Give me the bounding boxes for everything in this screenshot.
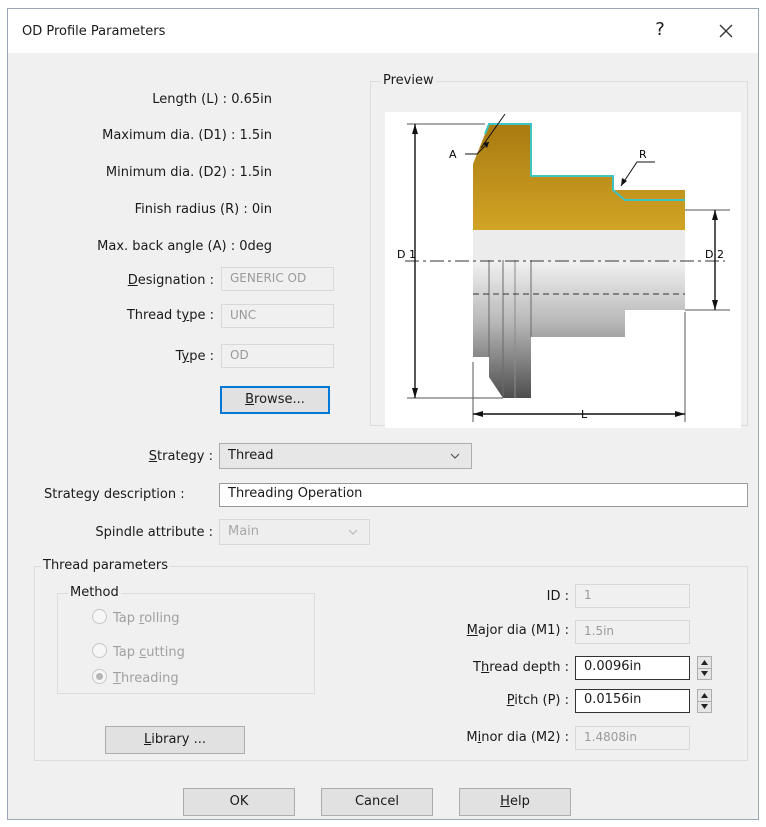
chevron-down-icon (348, 529, 358, 535)
back-angle-row: Max. back angle (A) : 0deg (97, 239, 272, 254)
method-caption: Method (68, 585, 121, 600)
thread-depth-label: Thread depth : (473, 660, 569, 675)
finish-radius-value: 0in (251, 202, 272, 217)
pitch-input[interactable]: 0.0156in (575, 689, 690, 713)
min-dia-label: Minimum dia. (D2) : (105, 165, 236, 180)
thread-type-label: Thread type : (126, 308, 214, 323)
major-dia-field: 1.5in (575, 620, 690, 644)
browse-button[interactable]: Browse... (220, 386, 330, 414)
help-question-button[interactable]: ? (650, 19, 670, 40)
close-icon[interactable] (712, 18, 740, 44)
d2-label: D 2 (705, 248, 724, 261)
radio-icon (92, 609, 107, 624)
tap-cutting-radio[interactable]: Tap cutting (92, 643, 185, 660)
profile-preview-drawing: D 1 D 2 L A R (385, 112, 741, 428)
cancel-button[interactable]: Cancel (321, 788, 433, 816)
length-label: Length (L) : (152, 92, 228, 107)
minor-dia-label: Minor dia (M2) : (466, 730, 569, 745)
preview-caption: Preview (381, 73, 436, 88)
tap-rolling-radio[interactable]: Tap rolling (92, 609, 179, 626)
spindle-attribute-dropdown[interactable]: Main (219, 519, 370, 545)
thread-type-field: UNC (221, 304, 334, 328)
a-label: A (449, 148, 457, 161)
chevron-down-icon (450, 453, 460, 459)
pitch-spinner[interactable] (697, 689, 712, 713)
r-label: R (639, 148, 647, 161)
min-dia-value: 1.5in (239, 165, 272, 180)
spin-down-icon[interactable] (698, 701, 711, 712)
length-row: Length (L) : 0.65in (152, 92, 272, 107)
thread-parameters-caption: Thread parameters (41, 558, 170, 573)
designation-label: Designation : (127, 273, 214, 288)
max-dia-label: Maximum dia. (D1) : (102, 128, 236, 143)
strategy-value: Thread (228, 448, 274, 463)
type-label: Type : (175, 349, 214, 364)
help-button[interactable]: Help (459, 788, 571, 816)
od-profile-parameters-dialog: OD Profile Parameters ? Length (L) : 0.6… (7, 8, 759, 820)
l-label: L (581, 408, 588, 421)
pitch-label: Pitch (P) : (506, 693, 569, 708)
radio-checked-icon (92, 669, 107, 684)
type-field: OD (221, 344, 334, 368)
min-dia-row: Minimum dia. (D2) : 1.5in (106, 165, 272, 180)
id-label: ID : (546, 589, 569, 604)
spindle-attribute-value: Main (228, 524, 260, 539)
ok-button[interactable]: OK (183, 788, 295, 816)
spin-down-icon[interactable] (698, 668, 711, 679)
steel-body (473, 260, 685, 398)
back-angle-label: Max. back angle (A) : (97, 239, 236, 254)
dialog-title: OD Profile Parameters (22, 24, 166, 39)
title-bar: OD Profile Parameters ? (8, 9, 758, 53)
thread-parameters-group: Thread parameters Method Tap rolling Tap… (34, 558, 748, 761)
back-angle-value: 0deg (239, 239, 272, 254)
method-group: Method Tap rolling Tap cutting Threading (57, 585, 315, 694)
thread-depth-spinner[interactable] (697, 656, 712, 680)
radio-icon (92, 643, 107, 658)
d1-label: D 1 (397, 248, 416, 261)
strategy-description-field[interactable]: Threading Operation (219, 483, 748, 507)
preview-group: Preview D 1 D 2 L A R (370, 73, 748, 428)
finish-radius-row: Finish radius (R) : 0in (135, 202, 272, 217)
strategy-label: Strategy : (148, 449, 213, 464)
center-band (473, 230, 685, 260)
strategy-dropdown[interactable]: Thread (219, 443, 472, 469)
minor-dia-field: 1.4808in (575, 726, 690, 750)
spindle-attribute-label: Spindle attribute : (95, 525, 213, 540)
length-value: 0.65in (231, 92, 272, 107)
finish-radius-label: Finish radius (R) : (134, 202, 248, 217)
designation-field: GENERIC OD (221, 267, 334, 291)
max-dia-value: 1.5in (239, 128, 272, 143)
max-dia-row: Maximum dia. (D1) : 1.5in (102, 128, 272, 143)
major-dia-label: Major dia (M1) : (466, 623, 569, 638)
library-button[interactable]: Library ... (105, 726, 245, 754)
thread-depth-input[interactable]: 0.0096in (575, 656, 690, 680)
id-field: 1 (575, 584, 690, 608)
close-icon-glyph (719, 24, 733, 38)
threading-radio[interactable]: Threading (92, 669, 179, 686)
strategy-description-label: Strategy description : (44, 487, 185, 502)
